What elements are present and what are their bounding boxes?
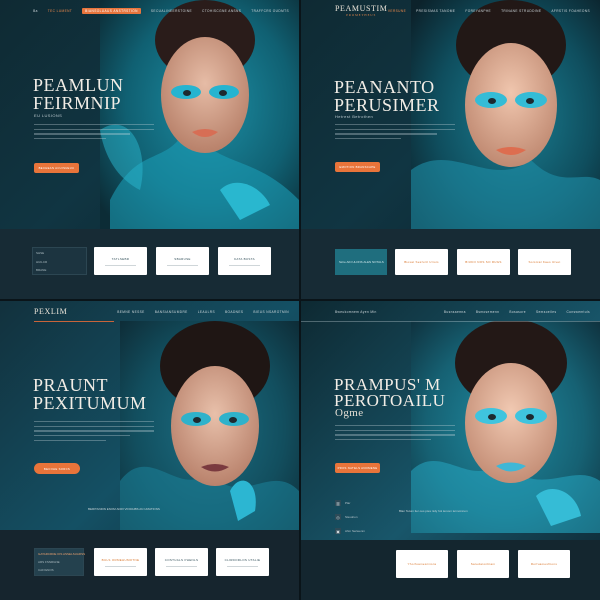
feature-card[interactable]: COSTUALS PHENLS [155, 548, 208, 576]
nav-link[interactable]: Bsmosemenn [476, 310, 500, 314]
hero-paragraph [34, 124, 154, 143]
top-nav: Bweukomnem Ayen Min Busnsaemra Bsmosemen… [301, 301, 600, 323]
cta-button[interactable]: PROS NATELS ANOMENE [335, 463, 380, 473]
feature-card[interactable]: BULS ORMEHUMOTNE [94, 548, 147, 576]
hero-paragraph [335, 425, 455, 444]
hero-title: PRAMPUS' M PEROTOAILU [334, 376, 445, 409]
hero-title-line: PRAUNT [33, 375, 109, 395]
caption-text: Blan Tetum lier ous ptes nidy hol lemom … [399, 509, 468, 513]
mockup-panel-3: PEXLIM BEMNE NESSE BANSIANSUMDRE LEAULRS… [0, 301, 299, 600]
feature-card[interactable]: Sorstcal Kaes Utvet [518, 249, 571, 275]
feature-card[interactable]: Yhorfuamesntions [396, 550, 448, 578]
nav-link[interactable]: FOREYANPHE [465, 9, 491, 13]
side-item[interactable]: ▣ Ahm Serteenm [335, 528, 365, 534]
feature-card[interactable]: Rorfuamesftions [518, 550, 570, 578]
nav-divider [301, 321, 600, 322]
nav-link[interactable]: BOADNES [225, 310, 243, 314]
mockup-panel-2: PEAMUSTIM PROMETHEUS VERSUNE PRESISMAS T… [301, 0, 600, 299]
bottom-band: Sicre AIN ULONS ALEN NOTALS Biosat Sesfu… [301, 229, 600, 299]
caption-text: BERITANDIN ENOM ADRI VIORAIBS AN UMATION… [88, 507, 160, 511]
hero-subtitle: Ogme [335, 407, 364, 419]
nav-link[interactable]: CTOHISCGNE ANSNS [202, 9, 241, 13]
feature-card[interactable]: TATLSEBR [94, 247, 147, 275]
hero-portrait [411, 0, 600, 232]
bottom-band: GATARCRDE IOS ASSELSUARSS ARS FSNRGNE CA… [0, 530, 299, 600]
feature-card[interactable]: CLIRDORLOS UTALIE [216, 548, 269, 576]
top-nav: PEAMUSTIM PROMETHEUS VERSUNE PRESISMAS T… [301, 0, 600, 22]
hero-title-line: FEIRMNIP [33, 93, 122, 113]
hero-subtitle: EU LUSIONS [34, 113, 63, 118]
hero-title: PEAMLUN FEIRMNIP [33, 76, 124, 112]
bottom-band: Yhorfuamesntions Saredaronbtam Rorfuames… [301, 540, 600, 600]
nav-link[interactable]: Cunswemtuls [566, 310, 590, 314]
info-box: GATARCRDE IOS ASSELSUARSS ARS FSNRGNE CA… [34, 548, 85, 576]
nav-link[interactable]: Ba [33, 9, 38, 13]
feature-card[interactable]: Biosat Sesfurtl Uriom [395, 249, 448, 275]
nav-link[interactable]: Bosasore [509, 310, 526, 314]
nav-brand-text[interactable]: Bweukomnem Ayen Min [335, 310, 377, 314]
cta-button[interactable]: EMOTION BRANSCAPE [335, 162, 380, 172]
nav-link[interactable]: PRESISMAS TANOME [416, 9, 455, 13]
feature-card[interactable]: BIUKO NOS SO RUGS [457, 249, 510, 275]
nav-link[interactable]: SECUALINEERSTOINE [151, 9, 192, 13]
top-nav: Ba TEC LUMENT BIANSOLUAUS ANSTRSTION SEC… [0, 0, 299, 22]
mockup-panel-1: Ba TEC LUMENT BIANSOLUAUS ANSTRSTION SEC… [0, 0, 299, 299]
square-icon: ▣ [335, 528, 341, 534]
nav-link[interactable]: BEMNE NESSE [117, 310, 144, 314]
hero-title-line: PEANANTO [334, 77, 435, 97]
hero-title: PRAUNT PEXITUMUM [33, 376, 147, 412]
side-item[interactable]: ◎ Sisuohon [335, 514, 358, 520]
nav-link[interactable]: VERSUNE [388, 9, 406, 13]
side-item[interactable]: ▥ Plar [335, 500, 350, 506]
nav-link[interactable]: TRAFFCRS OUDMTS [251, 9, 289, 13]
hero-title-line: PEAMLUN [33, 75, 124, 95]
nav-link[interactable]: AFRSTIS FOAHEONS [551, 9, 590, 13]
nav-link[interactable]: Busnsaemra [444, 310, 466, 314]
nav-link[interactable]: Semsoeiles [536, 310, 556, 314]
hero-portrait [100, 0, 299, 232]
hero-title-line: PEXITUMUM [33, 393, 147, 413]
brand-divider [34, 321, 114, 322]
feature-card[interactable]: Saredaronbtam [457, 550, 509, 578]
nav-link[interactable]: BIANSOLUAUS ANSTRSTION [82, 8, 141, 14]
hero-title-line: PERUSIMER [334, 95, 440, 115]
top-nav: PEXLIM BEMNE NESSE BANSIANSUMDRE LEAULRS… [0, 301, 299, 323]
nav-link[interactable]: LEAULRS [198, 310, 215, 314]
nav-link[interactable]: TRINANE STRUDDINE [501, 9, 541, 13]
mockup-panel-4: Bweukomnem Ayen Min Busnsaemra Bsmosemen… [301, 301, 600, 600]
feature-card[interactable]: SBARUSE [156, 247, 209, 275]
cta-button[interactable]: BECOHE SORCS [34, 463, 80, 474]
hero-subtitle: Hetrest Betrothen [335, 114, 374, 119]
cta-button[interactable]: BECHEAN ACUISUEUU [34, 163, 79, 173]
chart-icon: ▥ [335, 500, 341, 506]
brand-logo[interactable]: PEAMUSTIM PROMETHEUS [335, 4, 388, 17]
hero-paragraph [34, 421, 154, 444]
circle-icon: ◎ [335, 514, 341, 520]
mockup-grid: Ba TEC LUMENT BIANSOLUAUS ANSTRSTION SEC… [0, 0, 600, 600]
feature-card[interactable]: KATA BUSTA [218, 247, 271, 275]
highlight-box[interactable]: Sicre AIN ULONS ALEN NOTALS [335, 249, 387, 275]
nav-link[interactable]: BIEUS NSAROTMIN [253, 310, 289, 314]
bottom-band: SHSE HUILCR BRANE TATLSEBR SBARUSE KATA … [0, 229, 299, 299]
hero-paragraph [335, 124, 455, 143]
brand-logo[interactable]: PEXLIM [34, 307, 67, 316]
info-box: SHSE HUILCR BRANE [32, 247, 87, 275]
nav-link[interactable]: TEC LUMENT [48, 9, 72, 13]
hero-title: PEANANTO PERUSIMER [334, 78, 440, 114]
nav-link[interactable]: BANSIANSUMDRE [155, 310, 188, 314]
